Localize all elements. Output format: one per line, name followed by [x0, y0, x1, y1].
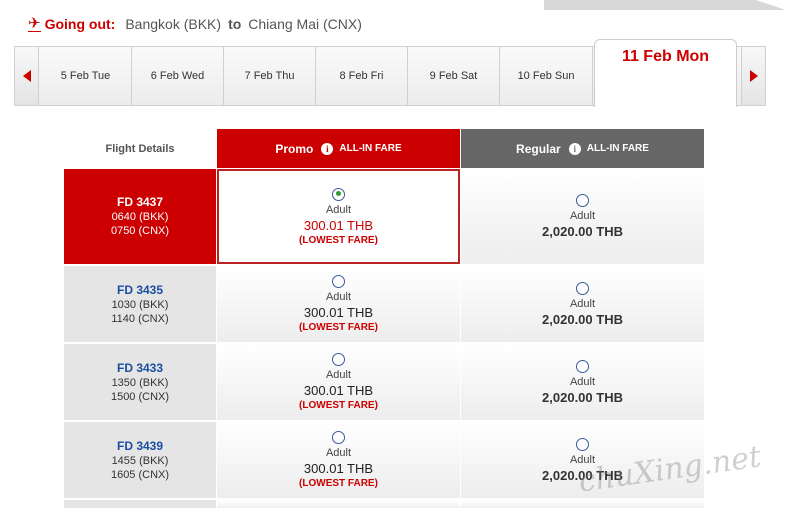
- promo-fare-radio[interactable]: [332, 187, 345, 201]
- regular-header: Regular i ALL-IN FARE: [461, 129, 704, 168]
- regular-price: 2,020.00 THB: [542, 467, 623, 483]
- origin-city: Bangkok (BKK): [125, 16, 222, 32]
- promo-fare-cell[interactable]: Adult 300.01 THB (LOWEST FARE): [217, 169, 460, 264]
- passenger-type: Adult: [569, 375, 596, 388]
- regular-fare-cell[interactable]: [461, 500, 704, 508]
- regular-fare-radio[interactable]: [576, 437, 589, 451]
- lowest-fare-badge: (LOWEST FARE): [299, 322, 378, 333]
- destination-city: Chiang Mai (CNX): [248, 16, 362, 32]
- passenger-type: Adult: [569, 210, 596, 222]
- flight-number-link[interactable]: FD 3437: [117, 195, 163, 209]
- regular-fare-cell[interactable]: Adult 2,020.00 THB: [461, 344, 704, 420]
- promo-fare-cell[interactable]: [217, 500, 460, 508]
- arrival-time: 1500 (CNX): [110, 390, 170, 403]
- promo-all-in-label: ALL-IN FARE: [339, 143, 402, 154]
- promo-header-label: Promo: [275, 141, 314, 156]
- promo-price: 300.01 THB: [303, 461, 374, 476]
- departure-time: 1030 (BKK): [111, 298, 169, 311]
- regular-price: 2,020.00 THB: [542, 311, 623, 327]
- info-icon[interactable]: i: [321, 142, 334, 155]
- flight-info-cell: [64, 500, 216, 508]
- promo-header: Promo i ALL-IN FARE: [217, 129, 460, 168]
- promo-price: 300.01 THB: [303, 217, 374, 233]
- regular-fare-cell[interactable]: Adult 2,020.00 THB: [461, 266, 704, 342]
- regular-fare-radio[interactable]: [576, 281, 589, 295]
- departure-time: 1350 (BKK): [111, 376, 169, 389]
- regular-price: 2,020.00 THB: [542, 224, 623, 239]
- date-tab-9-feb[interactable]: 9 Feb Sat: [408, 47, 500, 105]
- table-header: Flight Details Promo i ALL-IN FARE Regul…: [64, 129, 704, 168]
- route-header: ✈ Going out: Bangkok (BKK) to Chiang Mai…: [28, 14, 362, 34]
- to-label: to: [228, 16, 242, 32]
- date-tab-6-feb[interactable]: 6 Feb Wed: [132, 47, 224, 105]
- lowest-fare-badge: (LOWEST FARE): [299, 234, 378, 246]
- promo-price: 300.01 THB: [303, 383, 374, 398]
- passenger-type: Adult: [325, 447, 352, 459]
- table-row-partial: [64, 500, 704, 508]
- arrow-left-icon: [22, 70, 31, 82]
- regular-fare-radio[interactable]: [576, 359, 589, 373]
- arrival-time: 1605 (CNX): [110, 468, 170, 481]
- lowest-fare-badge: (LOWEST FARE): [299, 400, 378, 411]
- date-tab-7-feb[interactable]: 7 Feb Thu: [224, 47, 316, 105]
- info-icon[interactable]: i: [568, 142, 581, 155]
- date-selector: 5 Feb Tue 6 Feb Wed 7 Feb Thu 8 Feb Fri …: [14, 39, 766, 107]
- regular-fare-cell[interactable]: Adult 2,020.00 THB: [461, 169, 704, 264]
- regular-price: 2,020.00 THB: [542, 389, 623, 405]
- flight-info-cell: FD 3437 0640 (BKK) 0750 (CNX): [64, 169, 216, 264]
- date-tab-10-feb[interactable]: 10 Feb Sun: [500, 47, 593, 105]
- promo-fare-cell[interactable]: Adult 300.01 THB (LOWEST FARE): [217, 422, 460, 498]
- lowest-fare-badge: (LOWEST FARE): [299, 478, 378, 489]
- regular-header-label: Regular: [516, 141, 561, 156]
- regular-fare-cell[interactable]: Adult 2,020.00 THB: [461, 422, 704, 498]
- table-row: FD 3437 0640 (BKK) 0750 (CNX) Adult 300.…: [64, 169, 704, 264]
- arrival-time: 0750 (CNX): [110, 225, 170, 237]
- passenger-type: Adult: [569, 453, 596, 466]
- prev-dates-button[interactable]: [15, 47, 39, 105]
- promo-fare-cell[interactable]: Adult 300.01 THB (LOWEST FARE): [217, 266, 460, 342]
- promo-fare-radio[interactable]: [332, 431, 345, 444]
- flight-details-header: Flight Details: [105, 142, 175, 155]
- promo-fare-cell[interactable]: Adult 300.01 THB (LOWEST FARE): [217, 344, 460, 420]
- table-row: FD 3433 1350 (BKK) 1500 (CNX) Adult 300.…: [64, 344, 704, 420]
- flight-info-cell: FD 3439 1455 (BKK) 1605 (CNX): [64, 422, 216, 498]
- passenger-type: Adult: [569, 297, 596, 310]
- departure-time: 1455 (BKK): [111, 454, 169, 467]
- departure-time: 0640 (BKK): [111, 211, 169, 223]
- next-dates-button[interactable]: [741, 47, 765, 105]
- regular-all-in-label: ALL-IN FARE: [586, 143, 649, 154]
- top-decor-bar: [544, 0, 786, 10]
- flight-info-cell: FD 3435 1030 (BKK) 1140 (CNX): [64, 266, 216, 342]
- arrow-right-icon: [749, 70, 758, 82]
- promo-price: 300.01 THB: [303, 305, 374, 320]
- arrival-time: 1140 (CNX): [111, 312, 169, 325]
- regular-fare-radio[interactable]: [576, 194, 589, 207]
- passenger-type: Adult: [325, 369, 352, 381]
- date-tab-11-feb-active[interactable]: 11 Feb Mon: [594, 39, 737, 107]
- flight-number-link[interactable]: FD 3439: [117, 439, 163, 453]
- table-row: FD 3439 1455 (BKK) 1605 (CNX) Adult 300.…: [64, 422, 704, 498]
- table-row: FD 3435 1030 (BKK) 1140 (CNX) Adult 300.…: [64, 266, 704, 342]
- date-tab-8-feb[interactable]: 8 Feb Fri: [316, 47, 408, 105]
- flight-info-cell: FD 3433 1350 (BKK) 1500 (CNX): [64, 344, 216, 420]
- passenger-type: Adult: [325, 291, 352, 303]
- passenger-type: Adult: [325, 203, 352, 216]
- flight-number-link[interactable]: FD 3433: [117, 361, 163, 375]
- promo-fare-radio[interactable]: [332, 353, 345, 366]
- date-tab-5-feb[interactable]: 5 Feb Tue: [40, 47, 132, 105]
- plane-icon: ✈: [28, 15, 41, 32]
- going-out-label: Going out:: [44, 16, 116, 32]
- flight-number-link[interactable]: FD 3435: [117, 283, 163, 297]
- promo-fare-radio[interactable]: [332, 275, 345, 288]
